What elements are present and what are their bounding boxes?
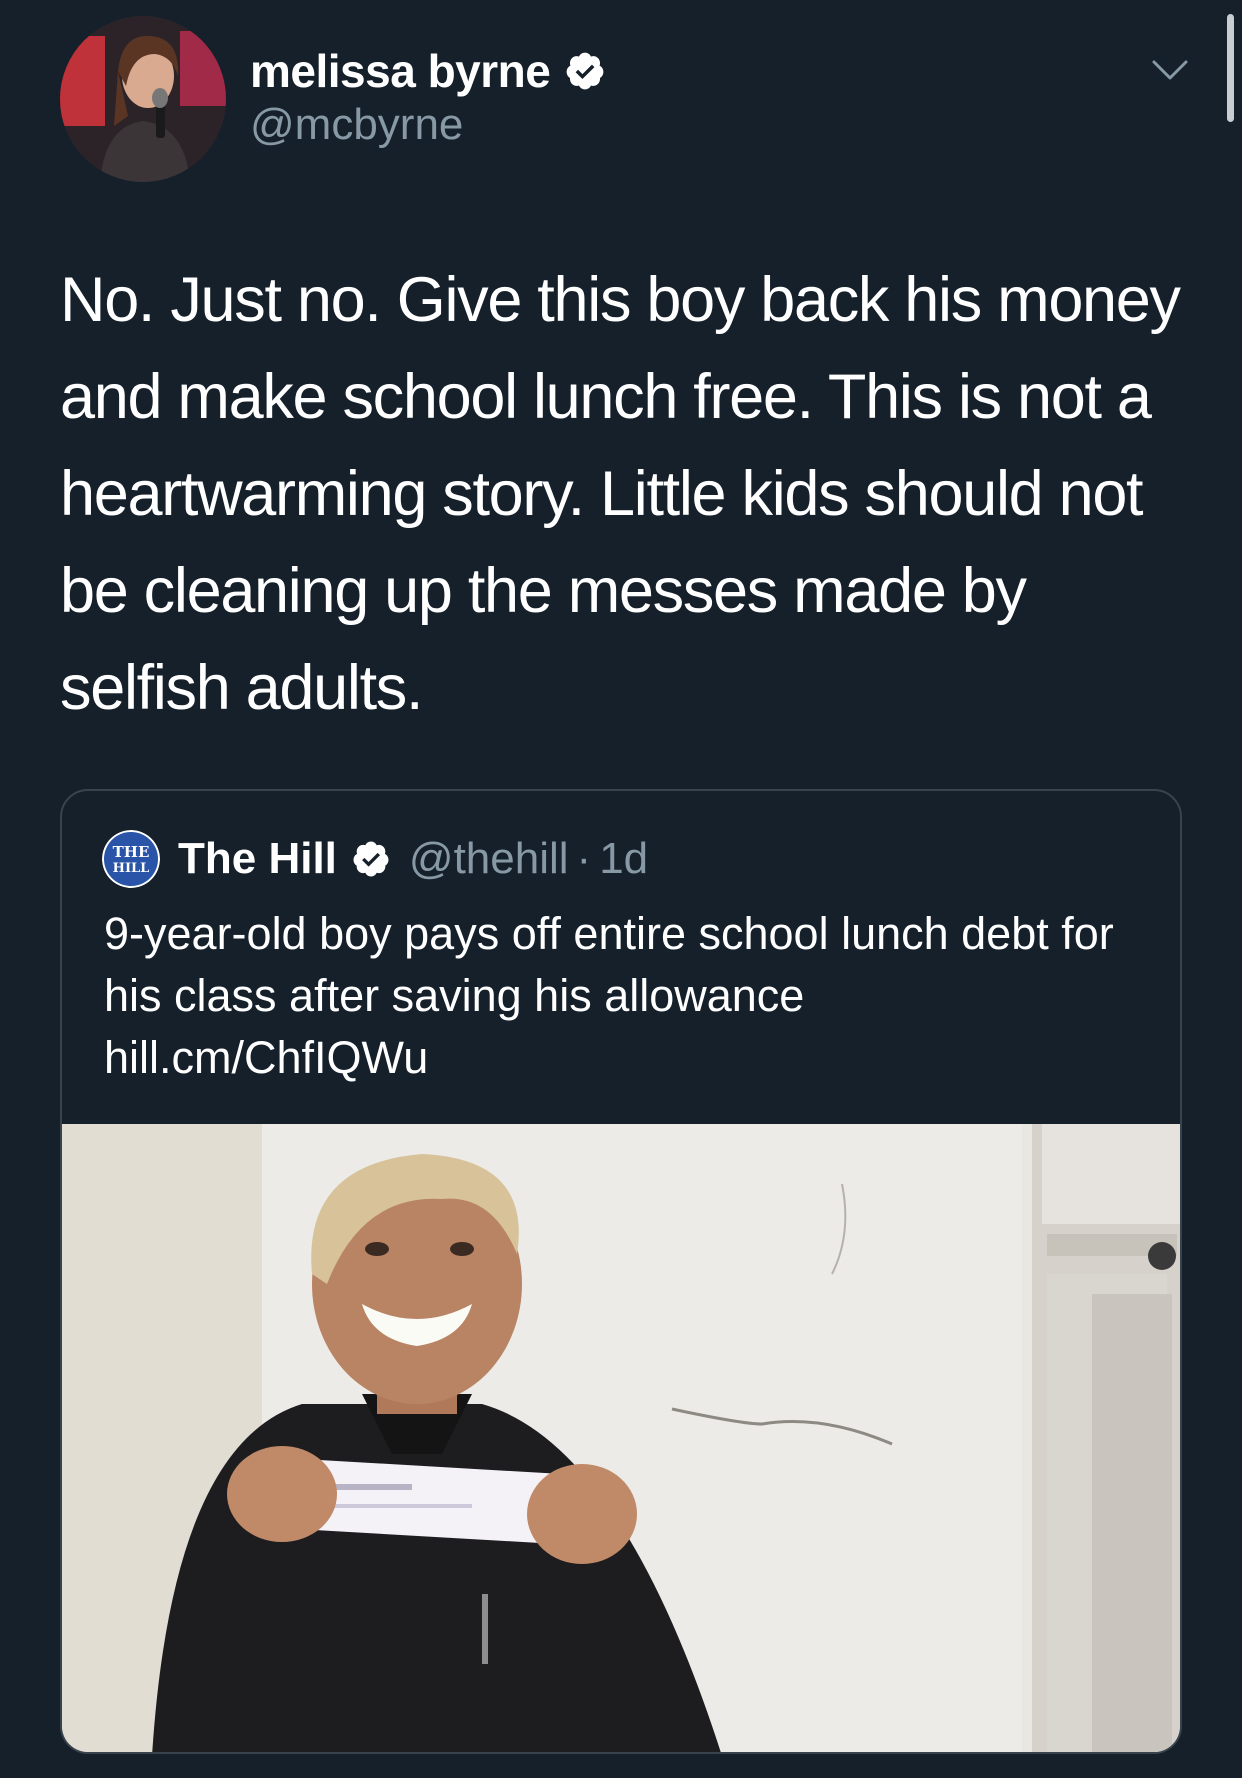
quoted-author-handle[interactable]: @thehill — [409, 834, 569, 884]
author-handle[interactable]: @mcbyrne — [250, 100, 463, 150]
quoted-tweet-text: 9-year-old boy pays off entire school lu… — [104, 903, 1144, 1089]
quoted-tweet-link[interactable]: hill.cm/ChfIQWu — [104, 1032, 428, 1083]
quoted-tweet-photo[interactable] — [62, 1124, 1182, 1754]
chevron-down-icon[interactable] — [1150, 56, 1190, 84]
the-hill-logo: THE HILL — [102, 830, 160, 888]
author-name-row[interactable]: melissa byrne — [250, 44, 606, 98]
quoted-author-name[interactable]: The Hill — [178, 834, 337, 884]
quoted-tweet-card[interactable]: THE HILL The Hill @thehill · 1d 9-year-o… — [60, 789, 1182, 1754]
timestamp-separator: · — [576, 834, 592, 883]
verified-badge-icon — [566, 52, 604, 90]
author-display-name[interactable]: melissa byrne — [250, 44, 551, 98]
logo-text-top: THE — [113, 843, 150, 861]
avatar[interactable] — [60, 16, 226, 182]
tweet-view: melissa byrne @mcbyrne No. Just no. Give… — [0, 0, 1242, 1778]
scrollbar[interactable] — [1227, 14, 1234, 122]
quoted-timestamp[interactable]: 1d — [599, 834, 648, 884]
profile-photo-image — [60, 16, 226, 182]
logo-text-bottom: HILL — [113, 861, 150, 876]
quoted-tweet-header: THE HILL The Hill @thehill · 1d — [102, 827, 648, 891]
tweet-text: No. Just no. Give this boy back his mone… — [60, 265, 1181, 723]
verified-badge-icon — [353, 841, 389, 877]
quoted-tweet-body: 9-year-old boy pays off entire school lu… — [104, 908, 1114, 1021]
